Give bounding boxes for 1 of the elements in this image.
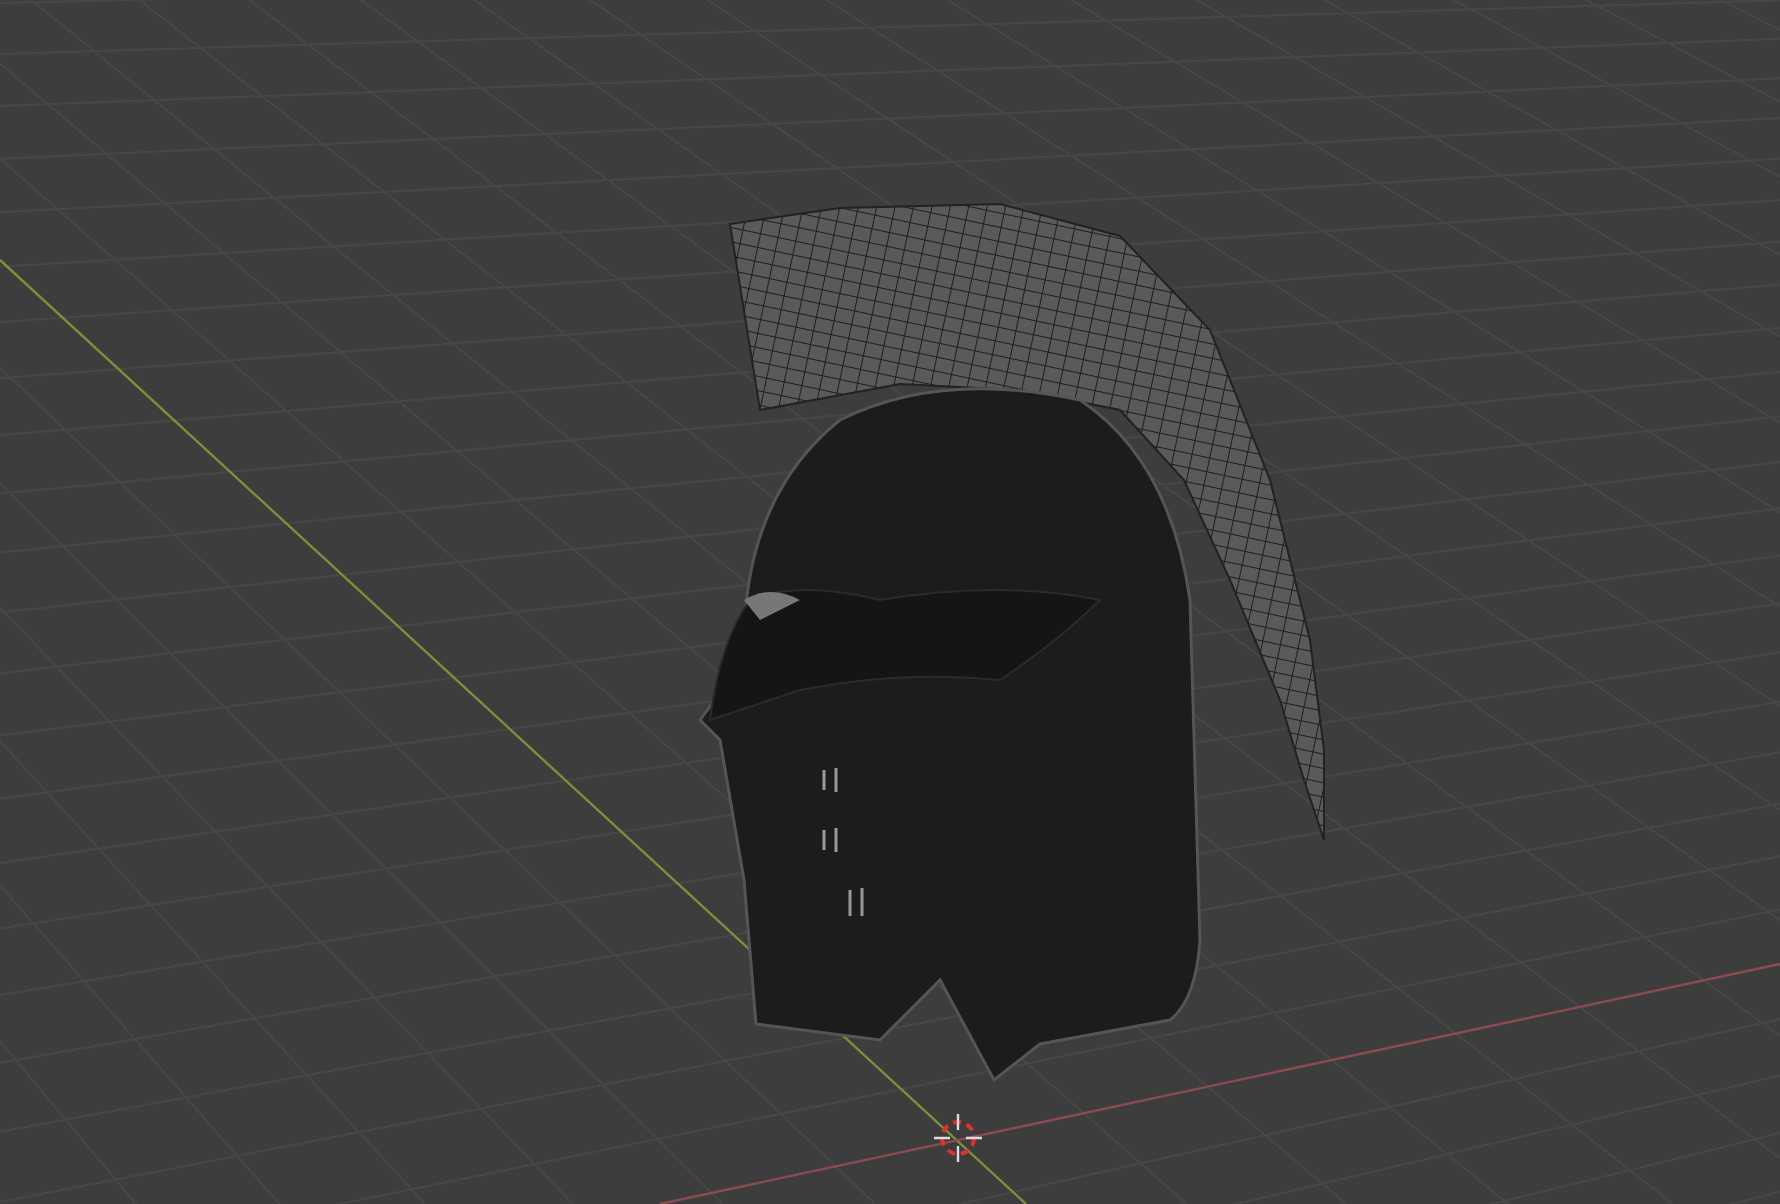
3d-cursor-icon[interactable] (932, 1112, 984, 1164)
